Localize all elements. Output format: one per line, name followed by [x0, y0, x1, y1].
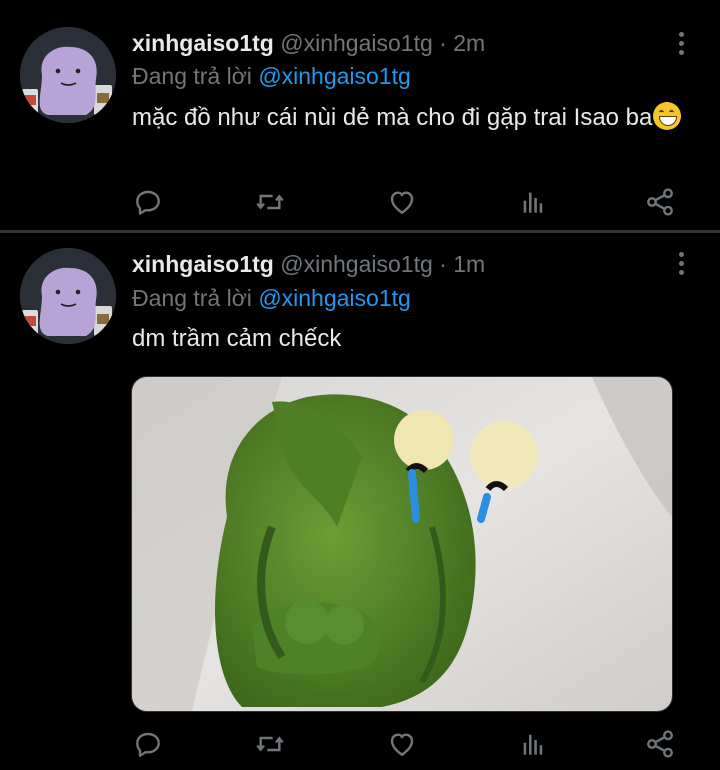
tweet-text-content: dm trầm cảm chếck	[132, 325, 342, 352]
timestamp[interactable]: 1m	[453, 251, 485, 277]
like-icon[interactable]	[386, 728, 418, 760]
ghost-avatar-image	[20, 248, 116, 344]
timestamp[interactable]: 2m	[453, 30, 485, 56]
stats-icon[interactable]	[517, 186, 549, 218]
separator: ·	[439, 251, 447, 277]
reply-prefix: Đang trả lời	[132, 63, 252, 89]
handle[interactable]: @xinhgaiso1tg	[280, 30, 433, 56]
handle[interactable]: @xinhgaiso1tg	[280, 251, 433, 277]
retweet-icon[interactable]	[254, 186, 286, 218]
tweet-text-content: mặc đồ như cái nùi dẻ mà cho đi gặp trai…	[132, 104, 653, 131]
tweet[interactable]: xinhgaiso1tg @xinhgaiso1tg · 1m Đang trả…	[0, 233, 720, 770]
tweet-text: mặc đồ như cái nùi dẻ mà cho đi gặp trai…	[132, 102, 692, 134]
stats-icon[interactable]	[517, 728, 549, 760]
tweet-text: dm trầm cảm chếck	[132, 323, 692, 355]
tweet[interactable]: xinhgaiso1tg @xinhgaiso1tg · 2m Đang trả…	[0, 0, 720, 230]
reply-context: Đang trả lời @xinhgaiso1tg	[132, 285, 411, 312]
tweet-actions	[132, 186, 692, 218]
display-name[interactable]: xinhgaiso1tg	[132, 251, 274, 277]
separator: ·	[439, 30, 447, 56]
tweet-header: xinhgaiso1tg @xinhgaiso1tg · 2m	[132, 30, 485, 57]
share-icon[interactable]	[644, 186, 676, 218]
reply-prefix: Đang trả lời	[132, 285, 252, 311]
avatar[interactable]	[20, 248, 116, 344]
reply-mention-link[interactable]: @xinhgaiso1tg	[258, 285, 411, 311]
avatar[interactable]	[20, 27, 116, 123]
reply-icon[interactable]	[132, 186, 164, 218]
reply-icon[interactable]	[132, 728, 164, 760]
reply-mention-link[interactable]: @xinhgaiso1tg	[258, 63, 411, 89]
more-icon[interactable]	[672, 252, 690, 280]
tweet-actions	[132, 728, 692, 760]
reply-context: Đang trả lời @xinhgaiso1tg	[132, 63, 411, 90]
more-icon[interactable]	[672, 32, 690, 60]
retweet-icon[interactable]	[254, 728, 286, 760]
ghost-avatar-image	[20, 27, 116, 123]
share-icon[interactable]	[644, 728, 676, 760]
photo-image	[132, 377, 672, 711]
like-icon[interactable]	[386, 186, 418, 218]
grinning-face-emoji-icon	[653, 102, 682, 130]
sad-kermit-photo[interactable]	[131, 376, 673, 712]
tweet-header: xinhgaiso1tg @xinhgaiso1tg · 1m	[132, 251, 485, 278]
display-name[interactable]: xinhgaiso1tg	[132, 30, 274, 56]
